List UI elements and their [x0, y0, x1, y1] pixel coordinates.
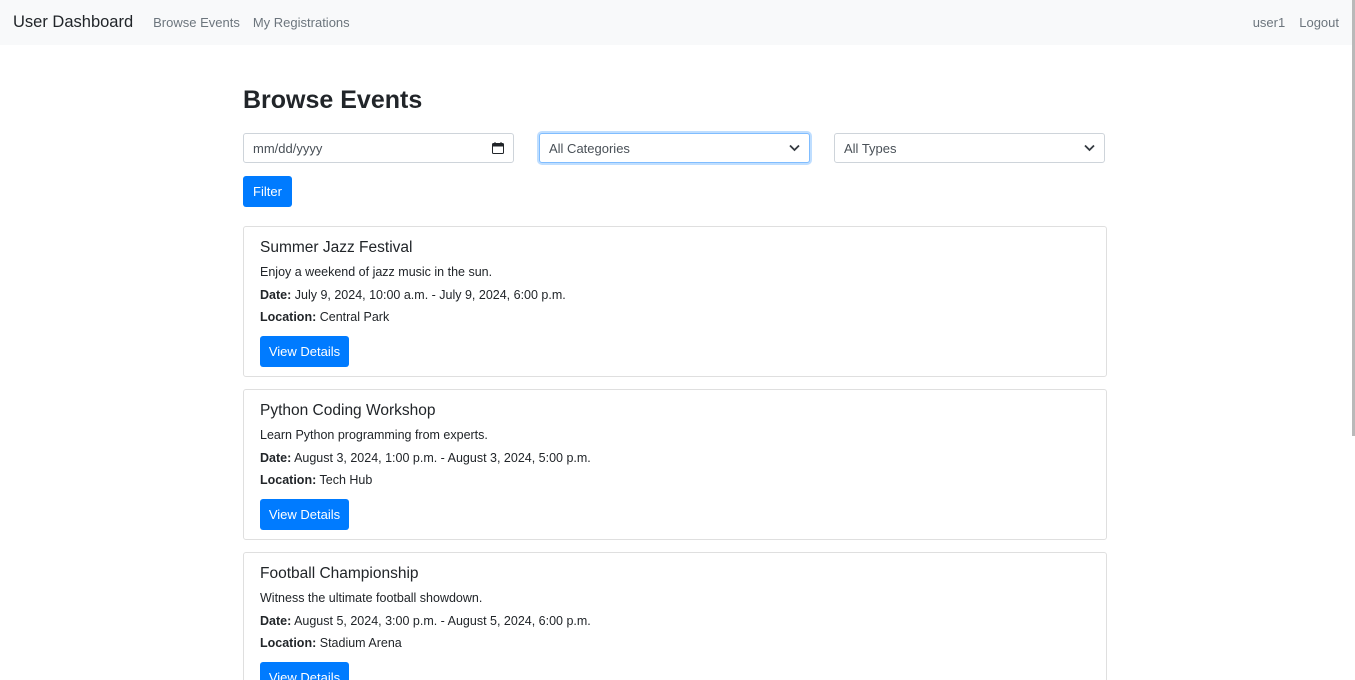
date-filter-placeholder: mm/dd/yyyy — [253, 140, 323, 156]
event-date-label: Date: — [260, 288, 292, 302]
chevron-down-icon — [1083, 142, 1095, 154]
nav-user-area: user1 Logout — [1239, 15, 1339, 30]
date-filter-input[interactable]: mm/dd/yyyy — [243, 133, 514, 163]
event-card-python-coding-workshop: Python Coding Workshop Learn Python prog… — [243, 389, 1107, 540]
event-date-value: August 3, 2024, 1:00 p.m. - August 3, 20… — [294, 451, 591, 465]
event-date-value: July 9, 2024, 10:00 a.m. - July 9, 2024,… — [294, 288, 566, 302]
event-date-label: Date: — [260, 451, 292, 465]
view-details-button[interactable]: View Details — [260, 336, 349, 367]
event-location: Location: Tech Hub — [260, 473, 372, 487]
event-date: Date: August 5, 2024, 3:00 p.m. - August… — [260, 614, 591, 628]
nav-my-registrations[interactable]: My Registrations — [253, 15, 350, 30]
event-location-value: Central Park — [319, 310, 390, 324]
brand-link[interactable]: User Dashboard — [13, 13, 133, 32]
event-location: Location: Stadium Arena — [260, 636, 402, 650]
category-select-value: All Categories — [549, 140, 630, 156]
event-date: Date: July 9, 2024, 10:00 a.m. - July 9,… — [260, 288, 566, 302]
view-details-button[interactable]: View Details — [260, 499, 349, 530]
event-date: Date: August 3, 2024, 1:00 p.m. - August… — [260, 451, 591, 465]
event-location-label: Location: — [260, 636, 317, 650]
event-location-label: Location: — [260, 473, 317, 487]
type-select[interactable]: All Types — [834, 133, 1105, 163]
view-details-button[interactable]: View Details — [260, 662, 349, 680]
event-date-label: Date: — [260, 614, 292, 628]
event-title: Python Coding Workshop — [260, 402, 436, 419]
event-description: Witness the ultimate football showdown. — [260, 591, 483, 605]
event-location-value: Tech Hub — [319, 473, 373, 487]
filter-row: mm/dd/yyyy All Categories All Types — [243, 133, 1107, 163]
event-description: Learn Python programming from experts. — [260, 428, 488, 442]
category-select[interactable]: All Categories — [539, 133, 810, 163]
filter-button[interactable]: Filter — [243, 176, 292, 207]
event-card-summer-jazz-festival: Summer Jazz Festival Enjoy a weekend of … — [243, 226, 1107, 377]
type-select-value: All Types — [844, 140, 897, 156]
page-title: Browse Events — [243, 86, 423, 114]
nav-logout[interactable]: Logout — [1299, 15, 1339, 30]
event-location-label: Location: — [260, 310, 317, 324]
event-title: Summer Jazz Festival — [260, 239, 413, 256]
event-date-value: August 5, 2024, 3:00 p.m. - August 5, 20… — [294, 614, 591, 628]
nav-browse-events[interactable]: Browse Events — [153, 15, 240, 30]
event-card-football-championship: Football Championship Witness the ultima… — [243, 552, 1107, 680]
chevron-down-icon — [788, 142, 800, 154]
nav-username[interactable]: user1 — [1253, 15, 1286, 30]
top-navbar: User Dashboard Browse Events My Registra… — [0, 0, 1352, 45]
event-title: Football Championship — [260, 565, 419, 582]
calendar-icon[interactable] — [492, 142, 504, 154]
event-location-value: Stadium Arena — [319, 636, 402, 650]
event-description: Enjoy a weekend of jazz music in the sun… — [260, 265, 493, 279]
event-location: Location: Central Park — [260, 310, 389, 324]
